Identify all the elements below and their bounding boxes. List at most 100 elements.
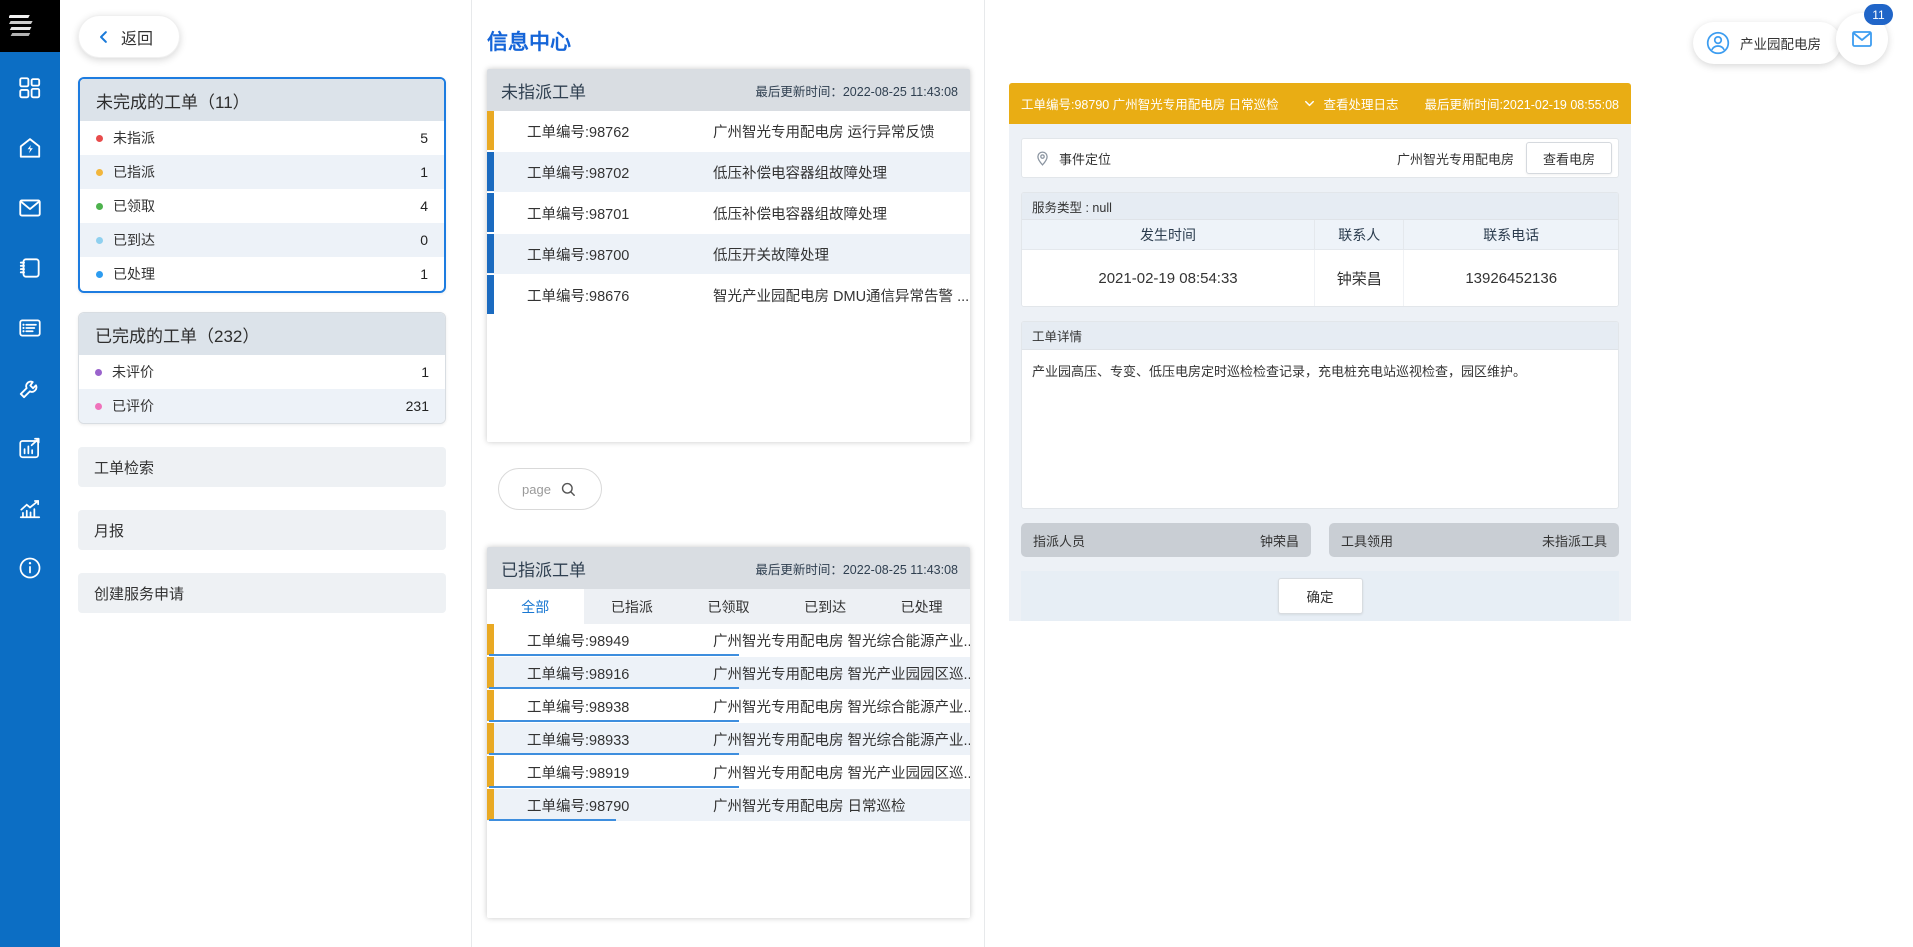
- list-icon[interactable]: [0, 298, 60, 358]
- stat-count: 1: [421, 364, 429, 380]
- column-contact-person: 联系人: [1314, 220, 1403, 249]
- tab-assigned[interactable]: 已指派: [584, 589, 681, 624]
- column-contact-phone: 联系电话: [1403, 220, 1618, 249]
- info-icon[interactable]: [0, 538, 60, 598]
- confirm-strip: 确定: [1021, 571, 1619, 621]
- order-number: 工单编号:98949: [527, 630, 713, 651]
- trend-icon[interactable]: [0, 478, 60, 538]
- priority-bar: [487, 152, 494, 191]
- order-number: 工单编号:98938: [527, 696, 713, 717]
- stat-label: 未指派: [113, 128, 155, 148]
- tab-all[interactable]: 全部: [487, 589, 584, 624]
- order-number: 工单编号:98916: [527, 663, 713, 684]
- chevron-left-icon: [95, 28, 113, 46]
- assigned-orders-list: 工单编号:98949 广州智光专用配电房 智光综合能源产业... 工单编号:98…: [487, 624, 970, 822]
- contact-phone-value: 13926452136: [1403, 250, 1618, 306]
- work-order-row[interactable]: 工单编号:98762 广州智光专用配电房 运行异常反馈: [487, 111, 970, 152]
- brand-logo: [0, 0, 60, 52]
- tab-claimed[interactable]: 已领取: [680, 589, 777, 624]
- service-info-card: 服务类型 : null 发生时间 联系人 联系电话 2021-02-19 08:…: [1021, 192, 1619, 307]
- work-order-row[interactable]: 工单编号:98949 广州智光专用配电房 智光综合能源产业...: [487, 624, 970, 657]
- mail-count-badge: 11: [1864, 4, 1893, 25]
- order-number: 工单编号:98676: [527, 285, 713, 306]
- user-account-button[interactable]: 产业园配电房: [1693, 22, 1841, 64]
- unassigned-panel-title: 未指派工单: [501, 78, 586, 103]
- stat-count: 0: [420, 232, 428, 248]
- view-power-room-button[interactable]: 查看电房: [1526, 142, 1612, 174]
- chevron-down-icon: [1302, 96, 1317, 111]
- page-title: 信息中心: [487, 26, 970, 56]
- work-order-row[interactable]: 工单编号:98919 广州智光专用配电房 智光产业园园区巡...: [487, 756, 970, 789]
- stat-label: 已指派: [113, 162, 155, 182]
- page-search-field[interactable]: page: [498, 468, 602, 510]
- priority-bar: [487, 111, 494, 150]
- work-order-row[interactable]: 工单编号:98676 智光产业园配电房 DMU通信异常告警 ...: [487, 275, 970, 316]
- back-button[interactable]: 返回: [78, 15, 180, 58]
- stat-label: 已处理: [113, 264, 155, 284]
- notebook-icon[interactable]: [0, 238, 60, 298]
- assignee-pill[interactable]: 指派人员 钟荣昌: [1021, 523, 1311, 557]
- priority-bar: [487, 789, 494, 820]
- work-order-row[interactable]: 工单编号:98701 低压补偿电容器组故障处理: [487, 193, 970, 234]
- unassigned-list-empty-area: [487, 316, 970, 442]
- dashboard-icon[interactable]: [0, 58, 60, 118]
- event-location-row: 事件定位 广州智光专用配电房 查看电房: [1021, 138, 1619, 178]
- order-detail-text: 产业园高压、专变、低压电房定时巡检检查记录，充电桩充电站巡视检查，园区维护。: [1022, 350, 1618, 508]
- stat-row-unassigned[interactable]: 未指派 5: [80, 121, 444, 155]
- order-detail-label: 工单详情: [1022, 322, 1618, 350]
- work-order-row[interactable]: 工单编号:98916 广州智光专用配电房 智光产业园园区巡...: [487, 657, 970, 690]
- order-number: 工单编号:98919: [527, 762, 713, 783]
- work-order-row[interactable]: 工单编号:98700 低压开关故障处理: [487, 234, 970, 275]
- stat-row-assigned[interactable]: 已指派 1: [80, 155, 444, 189]
- mail-icon[interactable]: [0, 178, 60, 238]
- wrench-icon[interactable]: [0, 358, 60, 418]
- view-log-link[interactable]: 查看处理日志: [1302, 94, 1398, 113]
- contact-person-value: 钟荣昌: [1314, 250, 1403, 306]
- stat-count: 4: [420, 198, 428, 214]
- unfinished-orders-title: 未完成的工单（11）: [80, 79, 444, 121]
- tab-arrived[interactable]: 已到达: [777, 589, 874, 624]
- work-order-row[interactable]: 工单编号:98933 广州智光专用配电房 智光综合能源产业...: [487, 723, 970, 756]
- tab-processed[interactable]: 已处理: [873, 589, 970, 624]
- status-dot: [96, 169, 103, 176]
- sidebar-nav: [0, 58, 60, 598]
- stat-row-unrated[interactable]: 未评价 1: [79, 355, 445, 389]
- stat-count: 231: [406, 398, 429, 414]
- order-description: 广州智光专用配电房 智光产业园园区巡...: [713, 762, 970, 783]
- menu-item-order-search[interactable]: 工单检索: [78, 447, 446, 487]
- tools-value: 未指派工具: [1542, 531, 1607, 550]
- status-dot: [95, 369, 102, 376]
- stat-row-processed[interactable]: 已处理 1: [80, 257, 444, 291]
- status-dot: [96, 271, 103, 278]
- confirm-button[interactable]: 确定: [1278, 578, 1363, 614]
- assignment-row: 指派人员 钟荣昌 工具领用 未指派工具: [1021, 523, 1619, 557]
- report-icon[interactable]: [0, 418, 60, 478]
- service-table-row: 2021-02-19 08:54:33 钟荣昌 13926452136: [1022, 250, 1618, 306]
- unfinished-orders-card[interactable]: 未完成的工单（11） 未指派 5 已指派 1 已领取 4 已到达 0 已处理 1: [78, 77, 446, 293]
- stat-row-arrived[interactable]: 已到达 0: [80, 223, 444, 257]
- search-icon: [559, 480, 578, 499]
- order-description: 广州智光专用配电房 运行异常反馈: [713, 121, 970, 142]
- stat-row-claimed[interactable]: 已领取 4: [80, 189, 444, 223]
- back-label: 返回: [121, 25, 153, 49]
- work-order-row-selected[interactable]: 工单编号:98790 广州智光专用配电房 日常巡检: [487, 789, 970, 822]
- stat-row-rated[interactable]: 已评价 231: [79, 389, 445, 423]
- work-order-row[interactable]: 工单编号:98702 低压补偿电容器组故障处理: [487, 152, 970, 193]
- order-number: 工单编号:98762: [527, 121, 713, 142]
- tools-pill[interactable]: 工具领用 未指派工具: [1329, 523, 1619, 557]
- menu-item-monthly-report[interactable]: 月报: [78, 510, 446, 550]
- finished-orders-card[interactable]: 已完成的工单（232） 未评价 1 已评价 231: [78, 312, 446, 424]
- unassigned-orders-list: 工单编号:98762 广州智光专用配电房 运行异常反馈 工单编号:98702 低…: [487, 111, 970, 316]
- home-icon[interactable]: [0, 118, 60, 178]
- order-description: 广州智光专用配电房 智光产业园园区巡...: [713, 663, 970, 684]
- tools-label: 工具领用: [1341, 531, 1393, 550]
- order-description: 广州智光专用配电房 智光综合能源产业...: [713, 630, 970, 651]
- order-description: 低压补偿电容器组故障处理: [713, 203, 970, 224]
- location-pin-icon: [1034, 150, 1051, 167]
- selected-order-header[interactable]: 工单编号:98790 广州智光专用配电房 日常巡检 查看处理日志 最后更新时间:…: [1009, 83, 1631, 124]
- menu-item-create-request[interactable]: 创建服务申请: [78, 573, 446, 613]
- selected-order-title: 工单编号:98790 广州智光专用配电房 日常巡检: [1021, 94, 1279, 113]
- order-number: 工单编号:98702: [527, 162, 713, 183]
- work-order-row[interactable]: 工单编号:98938 广州智光专用配电房 智光综合能源产业...: [487, 690, 970, 723]
- priority-bar: [487, 723, 494, 754]
